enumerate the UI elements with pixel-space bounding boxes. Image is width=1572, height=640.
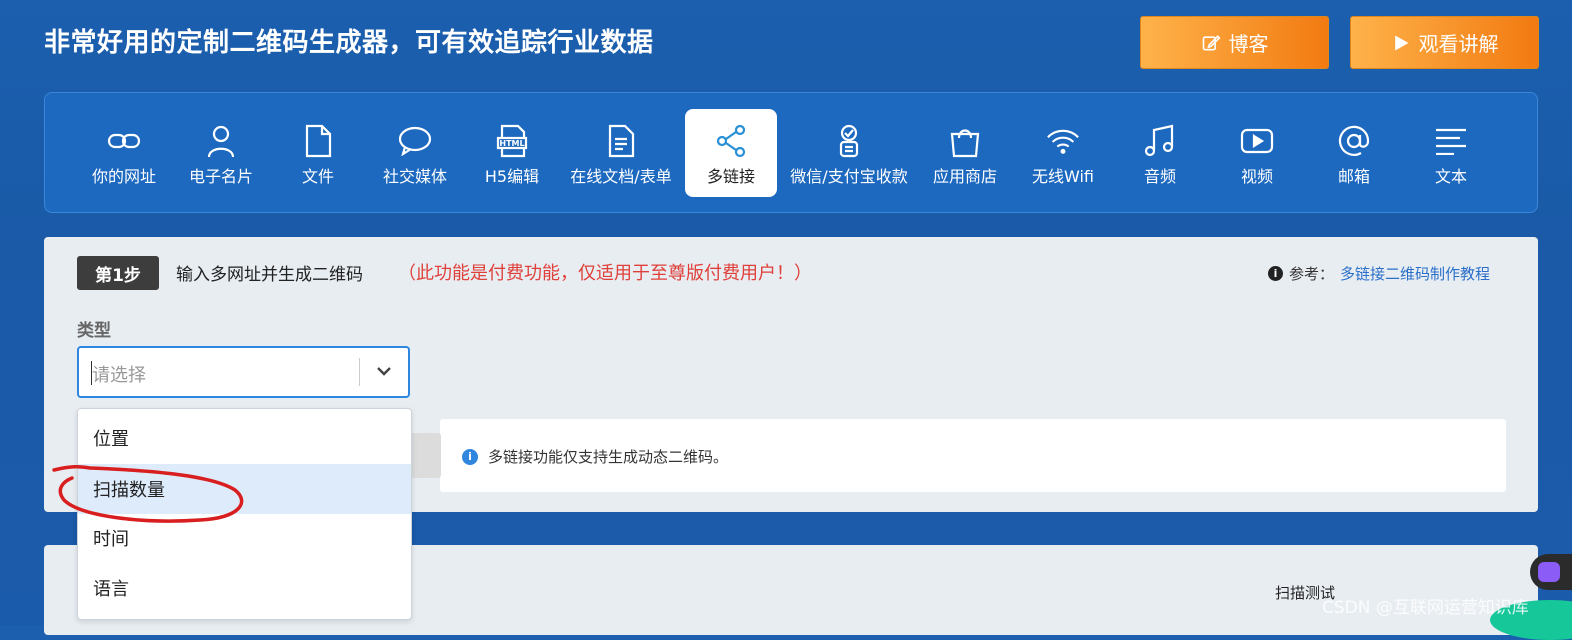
paid-feature-warning: （此功能是付费功能，仅适用于至尊版付费用户！）: [398, 263, 812, 284]
tool-multi-link[interactable]: 多链接: [685, 109, 777, 197]
blog-button-label: 博客: [1228, 32, 1269, 56]
file-icon: [301, 123, 335, 159]
watermark: CSDN @互联网运营知识库: [1322, 598, 1529, 618]
select-separator: [359, 358, 360, 386]
shopping-bag-icon: [948, 123, 982, 159]
watch-button-label: 观看讲解: [1418, 32, 1499, 56]
reference: i 参考： 多链接二维码制作教程: [1268, 263, 1490, 284]
chevron-down-icon[interactable]: [375, 364, 393, 378]
wifi-icon: [1046, 123, 1080, 159]
tool-label: 文件: [301, 167, 334, 186]
tool-label: 无线Wifi: [1032, 167, 1094, 186]
tool-label: 应用商店: [932, 167, 997, 186]
tool-label: 微信/支付宝收款: [790, 167, 908, 186]
tool-file[interactable]: 文件: [272, 109, 364, 197]
tool-online-doc[interactable]: 在线文档/表单: [563, 109, 679, 197]
tool-label: 电子名片: [188, 167, 253, 186]
info-icon: i: [1268, 266, 1283, 281]
step-instruction: 输入多网址并生成二维码: [176, 265, 363, 285]
html-icon: HTML: [495, 123, 529, 159]
at-icon: [1337, 123, 1371, 159]
option-language[interactable]: 语言: [78, 563, 411, 613]
tool-audio[interactable]: 音频: [1114, 109, 1206, 197]
chat-icon[interactable]: [1538, 562, 1560, 582]
payment-icon: [832, 123, 866, 159]
document-icon: [604, 123, 638, 159]
tool-email[interactable]: 邮箱: [1308, 109, 1400, 197]
watch-explanation-button[interactable]: 观看讲解: [1350, 16, 1539, 69]
type-select[interactable]: 请选择: [77, 346, 410, 398]
tutorial-link[interactable]: 多链接二维码制作教程: [1340, 263, 1490, 284]
reference-label: 参考：: [1289, 265, 1335, 283]
tool-label: 多链接: [706, 167, 755, 186]
tool-wifi[interactable]: 无线Wifi: [1017, 109, 1109, 197]
tool-label: 社交媒体: [382, 167, 447, 186]
share-icon: [714, 123, 748, 159]
tool-label: H5编辑: [484, 167, 540, 186]
tool-vcard[interactable]: 电子名片: [175, 109, 267, 197]
type-label: 类型: [77, 321, 111, 341]
tool-social[interactable]: 社交媒体: [369, 109, 461, 197]
disabled-button[interactable]: [410, 433, 441, 478]
notice-text: 多链接功能仅支持生成动态二维码。: [488, 448, 729, 466]
tool-video[interactable]: 视频: [1211, 109, 1303, 197]
step-badge: 第1步: [77, 256, 159, 290]
video-icon: [1240, 123, 1274, 159]
tool-app-store[interactable]: 应用商店: [919, 109, 1011, 197]
tool-label: 文本: [1434, 167, 1467, 186]
chat-bubble-icon: [398, 123, 432, 159]
edit-icon: [1202, 34, 1221, 51]
tool-label: 邮箱: [1337, 167, 1370, 186]
play-icon: [1394, 35, 1408, 50]
select-placeholder: 请选择: [92, 365, 146, 386]
page-title: 非常好用的定制二维码生成器，可有效追踪行业数据: [44, 28, 654, 58]
tool-h5[interactable]: HTML H5编辑: [466, 109, 558, 197]
blog-button[interactable]: 博客: [1140, 16, 1329, 69]
notice: i 多链接功能仅支持生成动态二维码。: [462, 446, 728, 467]
tool-label: 在线文档/表单: [570, 167, 672, 186]
text-lines-icon: [1434, 123, 1468, 159]
user-icon: [204, 123, 238, 159]
tool-label: 视频: [1240, 167, 1273, 186]
tool-label: 你的网址: [91, 167, 156, 186]
tool-url[interactable]: 你的网址: [78, 109, 170, 197]
qr-type-toolbar: 你的网址 电子名片 文件 社交媒体 HTML H5编辑 在线文档/表单 多链接: [44, 92, 1538, 213]
red-circle-annotation: [52, 464, 244, 523]
tool-payment[interactable]: 微信/支付宝收款: [785, 109, 913, 197]
svg-text:HTML: HTML: [499, 139, 524, 148]
music-icon: [1143, 123, 1177, 159]
info-icon: i: [462, 448, 478, 465]
tool-text[interactable]: 文本: [1405, 109, 1497, 197]
option-location[interactable]: 位置: [78, 413, 411, 463]
tool-label: 音频: [1143, 167, 1176, 186]
link-icon: [107, 123, 141, 159]
